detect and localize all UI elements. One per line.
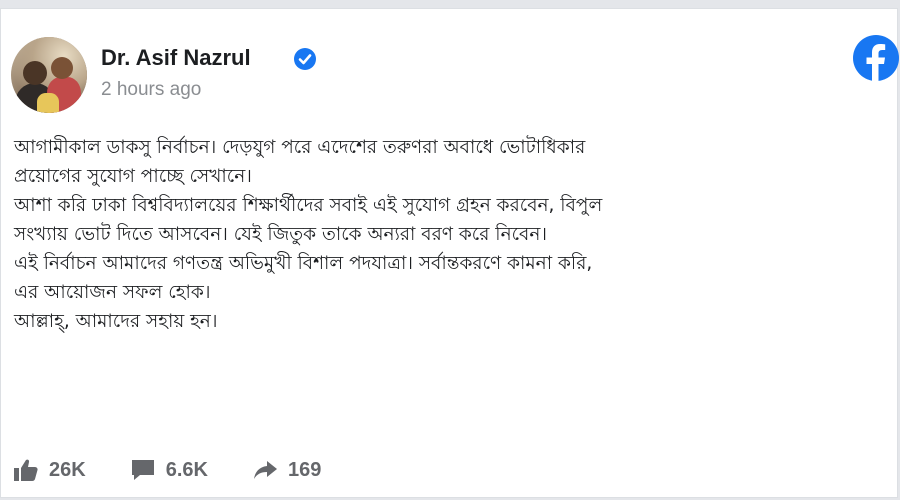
verified-badge-icon [294,48,316,70]
comment-button[interactable]: 6.6K [130,458,208,482]
thumbs-up-icon [14,459,38,481]
reaction-bar: 26K 6.6K 169 [13,453,365,487]
share-button[interactable]: 169 [252,458,321,482]
facebook-logo-icon[interactable] [853,35,899,81]
share-count: 169 [287,458,322,481]
like-button[interactable]: 26K [13,458,86,482]
comment-bubble-icon [131,460,154,480]
avatar-figure [37,93,59,113]
post-text-line: আশা করি ঢাকা বিশ্ববিদ্যালয়ের শিক্ষার্থী… [14,195,603,216]
like-count: 26K [49,458,86,481]
post-text-line: আগামীকাল ডাকসু নির্বাচন। দেড়যুগ পরে এদে… [14,137,586,158]
avatar-figure-head [51,57,73,79]
avatar[interactable] [11,37,87,113]
post-timestamp[interactable]: 2 hours ago [101,79,201,101]
post-text-line: এই নির্বাচন আমাদের গণতন্ত্র অভিমুখী বিশা… [14,253,593,274]
author-name[interactable]: Dr. Asif Nazrul [101,45,251,71]
post-text: আগামীকাল ডাকসু নির্বাচন। দেড়যুগ পরে এদে… [14,133,894,336]
avatar-figure-head [23,61,47,85]
comment-count: 6.6K [165,458,208,481]
post-text-line: এর আয়োজন সফল হোক। [14,282,211,303]
post-text-line: সংখ্যায় ভোট দিতে আসবেন। যেই জিতুক তাকে … [14,224,547,245]
post-text-line: প্রয়োগের সুযোগ পাচ্ছে সেখানে। [14,166,252,187]
share-arrow-icon [253,461,277,479]
post-card: Dr. Asif Nazrul 2 hours ago আগামীকাল ডাক… [0,8,899,498]
post-text-line: আল্লাহ্‌, আমাদের সহায় হন। [14,311,218,332]
